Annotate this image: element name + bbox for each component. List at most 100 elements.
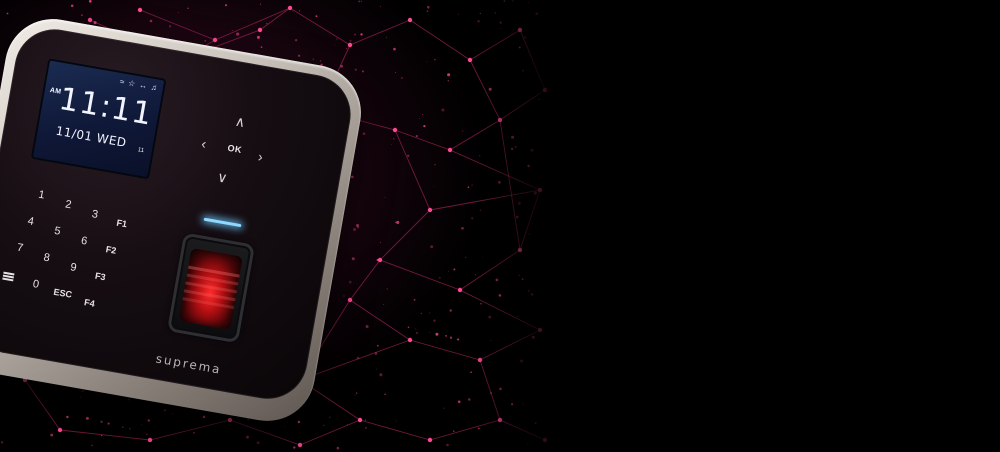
particle [361,70,364,73]
left-arrow-icon[interactable]: ‹ [193,135,215,152]
particle [393,137,395,140]
particle [81,390,84,393]
particle [202,415,206,419]
network-node [407,337,413,343]
particle [429,312,431,314]
particle [256,441,260,445]
particle [354,68,357,71]
particle [340,64,344,68]
network-node [87,17,93,23]
particle [163,409,166,412]
particle [204,39,207,42]
particle [427,5,430,9]
particle [434,164,436,166]
particle [100,420,103,424]
particle [376,368,378,370]
key-f1[interactable]: F1 [110,217,133,231]
key-esc[interactable]: ESC [51,286,74,300]
particle [413,298,416,301]
particle [323,424,325,426]
clock-date: 11/01 WED [54,123,128,150]
key-3[interactable]: 3 [83,207,107,223]
particle [354,394,356,396]
particle [129,428,131,430]
particle [347,424,348,425]
particle [260,46,263,49]
particle [70,4,74,8]
particle [298,54,301,57]
key-9[interactable]: 9 [62,260,86,276]
particle [457,338,460,341]
particle [396,220,400,224]
device-face: ≈ ☆ ↔ ♫ AM 11:11 11/01 WED 11 ∧ ‹ OK › ∨ [0,23,357,406]
particle [407,154,410,157]
down-arrow-icon[interactable]: ∨ [211,168,233,186]
key-8[interactable]: 8 [35,250,59,266]
menu-icon[interactable] [2,271,15,282]
particle [247,418,250,421]
particle [394,221,397,223]
particle [429,332,431,333]
key-f4[interactable]: F4 [78,296,101,310]
particle [443,407,445,409]
particle [395,420,397,422]
particle [149,19,153,23]
network-node [57,427,63,433]
particle [356,356,360,360]
particle [88,0,92,3]
wifi-icon: ≈ [119,76,125,87]
key-1[interactable]: 1 [30,187,54,203]
particle [122,426,124,428]
particle [143,431,145,433]
key-0[interactable]: 0 [24,277,48,293]
network-node [357,417,363,423]
key-2[interactable]: 2 [56,197,80,213]
particle [400,76,404,80]
particle [334,64,335,65]
ok-button[interactable]: OK [227,143,243,155]
fingerprint-sensor[interactable] [166,232,256,344]
particle [127,398,130,401]
particle [145,433,148,436]
particle [441,108,445,112]
key-5[interactable]: 5 [46,224,70,240]
key-f2[interactable]: F2 [99,243,122,257]
particle [224,4,228,7]
network-node [257,27,263,33]
particle [379,241,381,243]
particle [384,196,386,199]
status-led [203,217,242,228]
sensor-glass [178,247,243,330]
star-icon: ☆ [127,78,136,89]
brand-logo: suprema [154,351,223,377]
particle [444,351,446,352]
particle [319,60,322,62]
network-node [407,17,413,23]
particle [294,39,298,42]
particle [178,12,179,13]
particle [101,434,103,437]
particle [457,400,461,404]
particle [419,118,421,119]
particle [379,6,381,8]
particle [391,144,392,145]
clock-seconds: 11 [137,147,145,155]
particle [353,228,356,231]
particle [393,47,396,51]
key-f3[interactable]: F3 [89,270,112,284]
key-6[interactable]: 6 [72,233,96,249]
particle [236,32,240,36]
right-arrow-icon[interactable]: › [249,148,271,165]
particle [292,10,294,12]
particle [365,427,367,429]
lcd-screen: ≈ ☆ ↔ ♫ AM 11:11 11/01 WED 11 [30,58,167,180]
key-4[interactable]: 4 [19,214,43,230]
particle [452,430,455,433]
network-node [347,42,353,48]
particle [346,48,348,49]
particle [467,186,470,188]
particle [420,312,422,314]
key-7[interactable]: 7 [8,240,32,256]
particle [343,295,345,297]
up-arrow-icon[interactable]: ∧ [229,113,251,131]
